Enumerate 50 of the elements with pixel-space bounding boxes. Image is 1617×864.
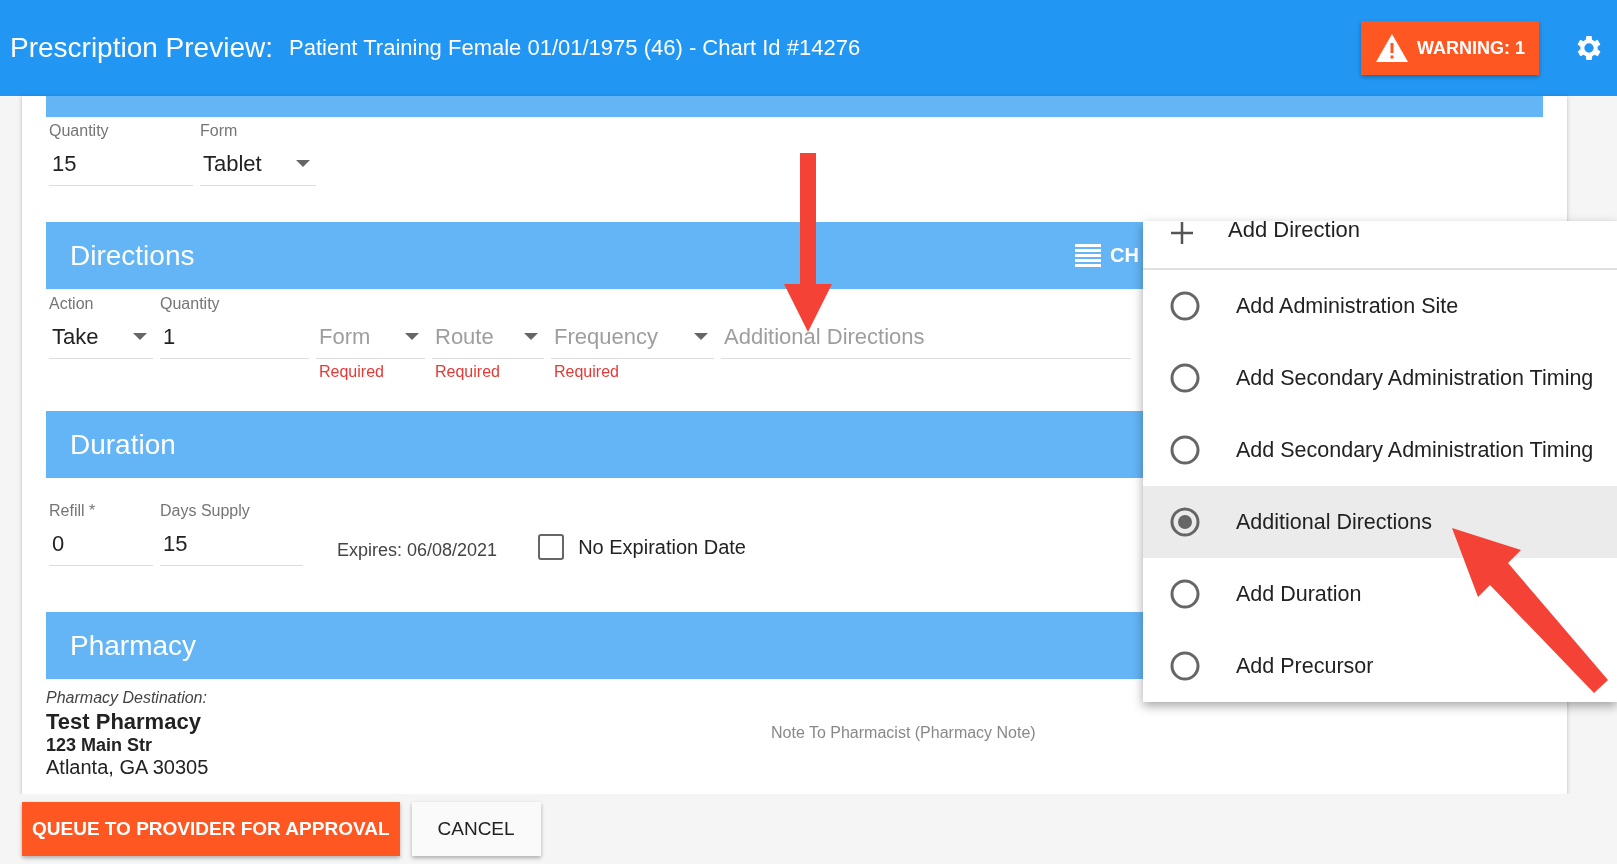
patient-info: Patient Training Female 01/01/1975 (46) - Chart Id #14276 (289, 35, 861, 61)
pharmacy-address: 123 Main Str (46, 735, 154, 756)
menu-item[interactable]: Add Duration (1143, 558, 1617, 630)
field-label: Refill * (49, 501, 97, 521)
pharmacy-city: Atlanta, GA 30305 (46, 756, 210, 778)
section-title: Pharmacy (70, 629, 197, 662)
warning-icon (1375, 33, 1409, 63)
field-label: Action (49, 294, 95, 314)
dropdown-arrow-icon (524, 332, 538, 341)
select-field[interactable]: Tablet (200, 142, 316, 186)
field-label: Form (200, 121, 239, 141)
radio-button[interactable] (1170, 651, 1200, 681)
radio-button[interactable] (1170, 363, 1200, 393)
dropdown-arrow-icon (133, 332, 147, 341)
field-label: Note To Pharmacist (Pharmacy Note) (771, 724, 1036, 743)
error-text: Required (434, 362, 501, 382)
menu-item[interactable]: Additional Directions (1143, 486, 1617, 558)
radio-button[interactable] (1170, 291, 1200, 321)
radio-button[interactable] (1170, 507, 1200, 537)
pharmacy-name: Test Pharmacy (46, 709, 202, 735)
cancel-button[interactable]: CANCEL (411, 802, 541, 856)
field-label: Days Supply (160, 501, 251, 521)
plus-icon (1170, 221, 1194, 245)
menu-item[interactable]: Add Administration Site (1143, 270, 1617, 342)
menu-header[interactable]: Add Direction (1228, 217, 1361, 243)
expiration-date: Expires: 06/08/2021 (337, 540, 498, 561)
field-label: Quantity (49, 121, 110, 141)
dropdown-arrow-icon (405, 332, 419, 341)
field-label: Quantity (160, 294, 221, 314)
menu-item[interactable]: Add Secondary Administration Timing (1143, 414, 1617, 486)
error-text: Required (553, 362, 620, 382)
input-field[interactable]: 15 (49, 142, 193, 186)
checkbox-label: No Expiration Date (578, 535, 746, 559)
checkbox[interactable] (538, 534, 565, 560)
menu-item[interactable]: Add Secondary Administration Timing (1143, 342, 1617, 414)
error-text: Required (318, 362, 385, 382)
section-title: Directions (70, 239, 195, 272)
radio-button[interactable] (1170, 579, 1200, 609)
menu-item[interactable]: Add Precursor (1143, 630, 1617, 702)
list-icon (1074, 241, 1103, 270)
dropdown-arrow-icon (694, 332, 708, 341)
field-label: Pharmacy Destination: (46, 689, 208, 707)
section-title: Duration (70, 428, 176, 461)
select-field[interactable]: Take (49, 315, 153, 359)
dropdown-arrow-icon (296, 159, 310, 168)
window-title: Prescription Preview: (10, 32, 273, 64)
input-field[interactable]: 15 (160, 522, 303, 566)
input-field[interactable]: 1 (160, 315, 309, 359)
radio-button[interactable] (1170, 435, 1200, 465)
input-field[interactable]: 0 (49, 522, 153, 566)
